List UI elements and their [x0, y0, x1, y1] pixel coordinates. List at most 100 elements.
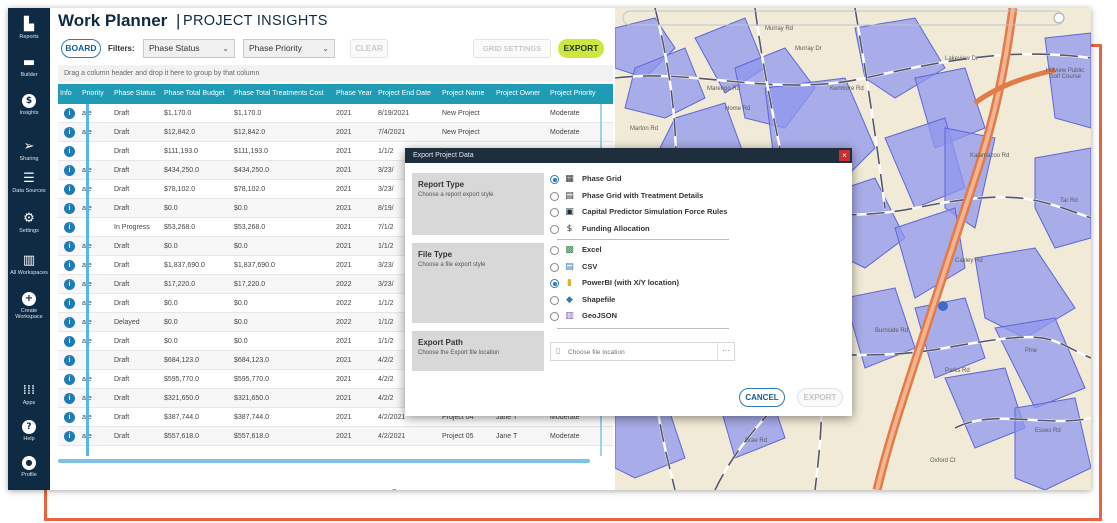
option-powerbi-with-x-y-location[interactable]: ▮ PowerBI (with X/Y location) [550, 277, 780, 291]
radio-button[interactable] [550, 262, 559, 272]
phase-status-dropdown[interactable]: Phase Status ⌄ [143, 39, 235, 58]
option-excel[interactable]: ▩ Excel [550, 244, 780, 258]
export-button[interactable]: EXPORT [558, 39, 604, 58]
nav-item-builder[interactable]: ▬ Builder [8, 56, 50, 79]
route-shield-icon [938, 301, 948, 311]
table-cell: 2021 [336, 357, 352, 364]
export-path-input[interactable] [568, 346, 708, 358]
radio-button[interactable] [550, 279, 559, 288]
nav-item-all-workspaces[interactable]: ▥ All Workspaces [8, 254, 50, 277]
info-icon[interactable]: i [64, 431, 75, 442]
radio-button[interactable] [550, 312, 559, 321]
nav-item-insights[interactable]: $ Insights [8, 94, 50, 116]
nav-item-profile[interactable]: ● Profile [8, 456, 50, 478]
close-icon[interactable]: × [839, 150, 850, 161]
option-phase-grid[interactable]: ▦ Phase Grid [550, 173, 780, 187]
map-street-label: Pine [1025, 348, 1038, 354]
option-geojson[interactable]: ▥ GeoJSON [550, 310, 780, 324]
option-label: Phase Grid with Treatment Details [582, 190, 704, 200]
table-cell: $684,123.0 [164, 357, 200, 364]
option-capital-predictor-simulation-force-rules[interactable]: ▣ Capital Predictor Simulation Force Rule… [550, 206, 780, 220]
column-header[interactable]: Project End Date [378, 84, 431, 104]
table-cell: Moderate [550, 129, 580, 136]
nav-item-create-workspace[interactable]: + Create Workspace [8, 292, 50, 320]
info-icon[interactable]: i [64, 127, 75, 138]
column-header[interactable]: Info [60, 84, 72, 104]
radio-button[interactable] [550, 224, 559, 234]
table-row[interactable]: iateDraft$1,170.0$1,170.020218/19/2021Ne… [58, 104, 613, 123]
nav-item-help[interactable]: ? Help [8, 420, 50, 442]
option-label: Excel [582, 245, 602, 254]
info-icon[interactable]: i [64, 374, 75, 385]
info-icon[interactable]: i [64, 222, 75, 233]
chevron-down-icon: ⌄ [222, 44, 229, 53]
nav-item-data-sources[interactable]: ☰ Data Sources [8, 172, 50, 195]
parcel-polygon[interactable] [944, 367, 1026, 449]
info-icon[interactable]: i [64, 146, 75, 157]
parcel-polygon[interactable] [1014, 397, 1091, 490]
browse-button[interactable]: ··· [717, 343, 734, 360]
horizontal-scrollbar[interactable] [58, 459, 590, 463]
radio-button[interactable] [550, 246, 559, 255]
radio-button[interactable] [550, 208, 559, 217]
table-row[interactable]: iateDraft$12,842.0$12,842.020217/4/2021N… [58, 123, 613, 142]
board-button[interactable]: BOARD [61, 39, 101, 58]
column-header[interactable]: Project Priority [550, 84, 596, 104]
table-cell: Draft [114, 395, 130, 402]
grid-header: Info Priority Phase Status Phase Total Budg… [58, 84, 613, 104]
info-icon[interactable]: i [64, 317, 75, 328]
info-icon[interactable]: i [64, 393, 75, 404]
nav-item-reports[interactable]: ▙ Reports [8, 18, 50, 41]
column-header[interactable]: Phase Total Treatments Cost [234, 84, 324, 104]
info-icon[interactable]: i [64, 260, 75, 271]
column-header[interactable]: Project Owner [496, 84, 540, 104]
table-cell: $321,650.0 [234, 395, 270, 402]
radio-button[interactable] [550, 295, 559, 305]
column-header[interactable]: Priority [82, 84, 104, 104]
info-icon[interactable]: i [64, 412, 75, 423]
option-csv[interactable]: ▤ CSV [550, 261, 780, 275]
clear-button[interactable]: CLEAR [350, 39, 388, 58]
parcel-polygon[interactable] [1044, 32, 1091, 129]
export-path-field[interactable]: ▯ ··· [550, 342, 735, 361]
nav-label: Create Workspace [15, 308, 43, 320]
table-row[interactable]: iateDraft$557,618.0$557,618.020214/2/202… [58, 427, 613, 446]
map-street-label: Parks Rd [945, 368, 970, 374]
column-header[interactable]: Phase Year [336, 84, 372, 104]
map-slider-handle[interactable] [1053, 12, 1065, 24]
column-header[interactable]: Phase Status [114, 84, 156, 104]
info-icon[interactable]: i [64, 355, 75, 366]
radio-button[interactable] [550, 191, 559, 201]
phase-priority-dropdown[interactable]: Phase Priority ⌄ [243, 39, 335, 58]
table-cell: 2021 [336, 262, 352, 269]
info-icon[interactable]: i [64, 241, 75, 252]
option-phase-grid-with-treatment-details[interactable]: ▤ Phase Grid with Treatment Details [550, 190, 780, 204]
section-subtitle: Choose a report export style [418, 192, 494, 198]
option-funding-allocation[interactable]: $ Funding Allocation [550, 223, 780, 237]
grid-settings-button[interactable]: GRID SETTINGS [473, 39, 551, 58]
cancel-button[interactable]: CANCEL [739, 388, 785, 407]
nav-item-settings[interactable]: ⚙ Settings [8, 212, 50, 235]
dialog-export-button[interactable]: EXPORT [797, 388, 843, 407]
map-street-label: Burnside Rd [875, 328, 909, 334]
column-header[interactable]: Phase Total Budget [164, 84, 225, 104]
info-icon[interactable]: i [64, 336, 75, 347]
info-icon[interactable]: i [64, 165, 75, 176]
radio-button[interactable] [550, 175, 559, 184]
table-cell: 2021 [336, 167, 352, 174]
option-shapefile[interactable]: ◆ Shapefile [550, 294, 780, 308]
info-icon[interactable]: i [64, 203, 75, 214]
group-by-bar[interactable]: Drag a column header and drop it here to… [58, 65, 613, 82]
mouse-cursor-icon: ⬉ [391, 486, 400, 490]
table-cell: $0.0 [164, 243, 178, 250]
nav-item-sharing[interactable]: ➢ Sharing [8, 140, 50, 163]
info-icon[interactable]: i [64, 184, 75, 195]
table-cell: 2021 [336, 376, 352, 383]
info-icon[interactable]: i [64, 279, 75, 290]
table-cell: 2021 [336, 148, 352, 155]
nav-item-apps[interactable]: ⁞⁞⁞ Apps [8, 384, 50, 407]
column-header[interactable]: Project Name [442, 84, 484, 104]
info-icon[interactable]: i [64, 108, 75, 119]
map-time-slider[interactable] [622, 10, 1064, 26]
info-icon[interactable]: i [64, 298, 75, 309]
